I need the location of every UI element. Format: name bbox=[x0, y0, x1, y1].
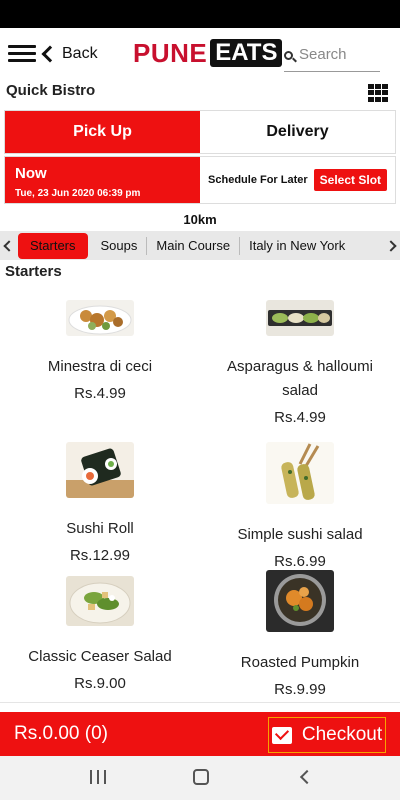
back-icon[interactable] bbox=[299, 769, 315, 785]
product-name: Roasted Pumpkin bbox=[240, 654, 360, 671]
product-name: Asparagus & halloumi salad bbox=[227, 358, 373, 399]
home-icon[interactable] bbox=[193, 769, 209, 785]
top-bar: Back PUNE EATS bbox=[0, 28, 400, 78]
recent-apps-icon[interactable] bbox=[90, 770, 106, 784]
cart-bar: Rs.0.00 (0) Checkout bbox=[0, 712, 400, 756]
tab-delivery[interactable]: Delivery bbox=[200, 111, 395, 153]
schedule-later-option: Schedule For Later Select Slot bbox=[200, 157, 395, 203]
product-card[interactable]: Minestra di ceci Rs.4.99 bbox=[0, 300, 200, 402]
product-price: Rs.6.99 bbox=[274, 553, 326, 570]
product-card[interactable]: Simple sushi salad Rs.6.99 bbox=[200, 442, 400, 570]
schedule-now-option[interactable]: Now Tue, 23 Jun 2020 06:39 pm bbox=[5, 157, 201, 203]
product-image-sushi-salad bbox=[266, 442, 334, 504]
product-card[interactable]: Classic Ceaser Salad Rs.9.00 bbox=[0, 576, 200, 692]
product-price: Rs.4.99 bbox=[274, 409, 326, 426]
product-card[interactable]: Roasted Pumpkin Rs.9.99 bbox=[200, 570, 400, 698]
checkout-icon bbox=[271, 726, 292, 744]
product-name: Sushi Roll bbox=[66, 520, 134, 537]
cart-total: Rs.0.00 (0) bbox=[14, 723, 108, 744]
search-box[interactable] bbox=[284, 38, 380, 72]
product-image-caesar-salad bbox=[66, 576, 134, 626]
chevron-left-icon bbox=[41, 45, 59, 63]
product-name: Simple sushi salad bbox=[237, 526, 363, 543]
select-slot-button[interactable]: Select Slot bbox=[313, 169, 388, 191]
category-tab-italy-in-new-york[interactable]: Italy in New York bbox=[240, 237, 354, 255]
product-image-roasted-pumpkin bbox=[266, 570, 334, 632]
product-price: Rs.12.99 bbox=[69, 547, 131, 564]
distance-label: 10km bbox=[183, 212, 217, 227]
order-mode-tabs: Pick Up Delivery bbox=[4, 110, 396, 154]
category-tab-starters[interactable]: Starters bbox=[18, 232, 88, 259]
schedule-later-label: Schedule For Later bbox=[208, 174, 308, 186]
category-tab-soups[interactable]: Soups bbox=[92, 236, 148, 255]
restaurant-name: Quick Bistro bbox=[6, 82, 96, 99]
search-icon bbox=[284, 51, 297, 64]
category-bar: Starters Soups Main Course Italy in New … bbox=[0, 231, 400, 260]
logo-word-1: PUNE bbox=[133, 37, 208, 68]
product-image-fried-squid bbox=[66, 300, 134, 336]
checkout-button[interactable]: Checkout bbox=[268, 717, 386, 753]
back-label: Back bbox=[62, 45, 98, 62]
checkout-label: Checkout bbox=[301, 724, 383, 745]
schedule-now-label: Now bbox=[15, 165, 47, 182]
product-card[interactable]: Asparagus & halloumi salad Rs.4.99 bbox=[200, 300, 400, 426]
product-name: Minestra di ceci bbox=[47, 358, 153, 375]
product-image-sushi-roll bbox=[66, 442, 134, 498]
category-list: Starters Soups Main Course Italy in New … bbox=[14, 232, 386, 259]
chevron-right-icon[interactable] bbox=[385, 231, 400, 260]
search-input[interactable] bbox=[299, 46, 379, 63]
divider bbox=[0, 702, 400, 703]
schedule-now-datetime: Tue, 23 Jun 2020 06:39 pm bbox=[15, 188, 141, 199]
status-bar bbox=[0, 0, 400, 28]
product-image-asparagus bbox=[266, 300, 334, 336]
product-price: Rs.9.99 bbox=[274, 681, 326, 698]
back-button[interactable]: Back bbox=[40, 42, 98, 66]
product-card[interactable]: Sushi Roll Rs.12.99 bbox=[0, 442, 200, 564]
tab-pickup[interactable]: Pick Up bbox=[5, 111, 200, 153]
system-nav-bar bbox=[0, 756, 400, 800]
section-title: Starters bbox=[5, 263, 62, 280]
product-name: Classic Ceaser Salad bbox=[28, 648, 172, 665]
schedule-row: Now Tue, 23 Jun 2020 06:39 pm Schedule F… bbox=[4, 156, 396, 204]
product-price: Rs.4.99 bbox=[74, 385, 126, 402]
app-logo: PUNE EATS bbox=[133, 37, 283, 68]
chevron-left-icon[interactable] bbox=[0, 231, 15, 260]
logo-word-2: EATS bbox=[210, 39, 283, 67]
category-tab-main-course[interactable]: Main Course bbox=[147, 236, 241, 255]
grid-view-icon[interactable] bbox=[368, 84, 388, 102]
menu-icon[interactable] bbox=[8, 45, 36, 63]
product-price: Rs.9.00 bbox=[74, 675, 126, 692]
